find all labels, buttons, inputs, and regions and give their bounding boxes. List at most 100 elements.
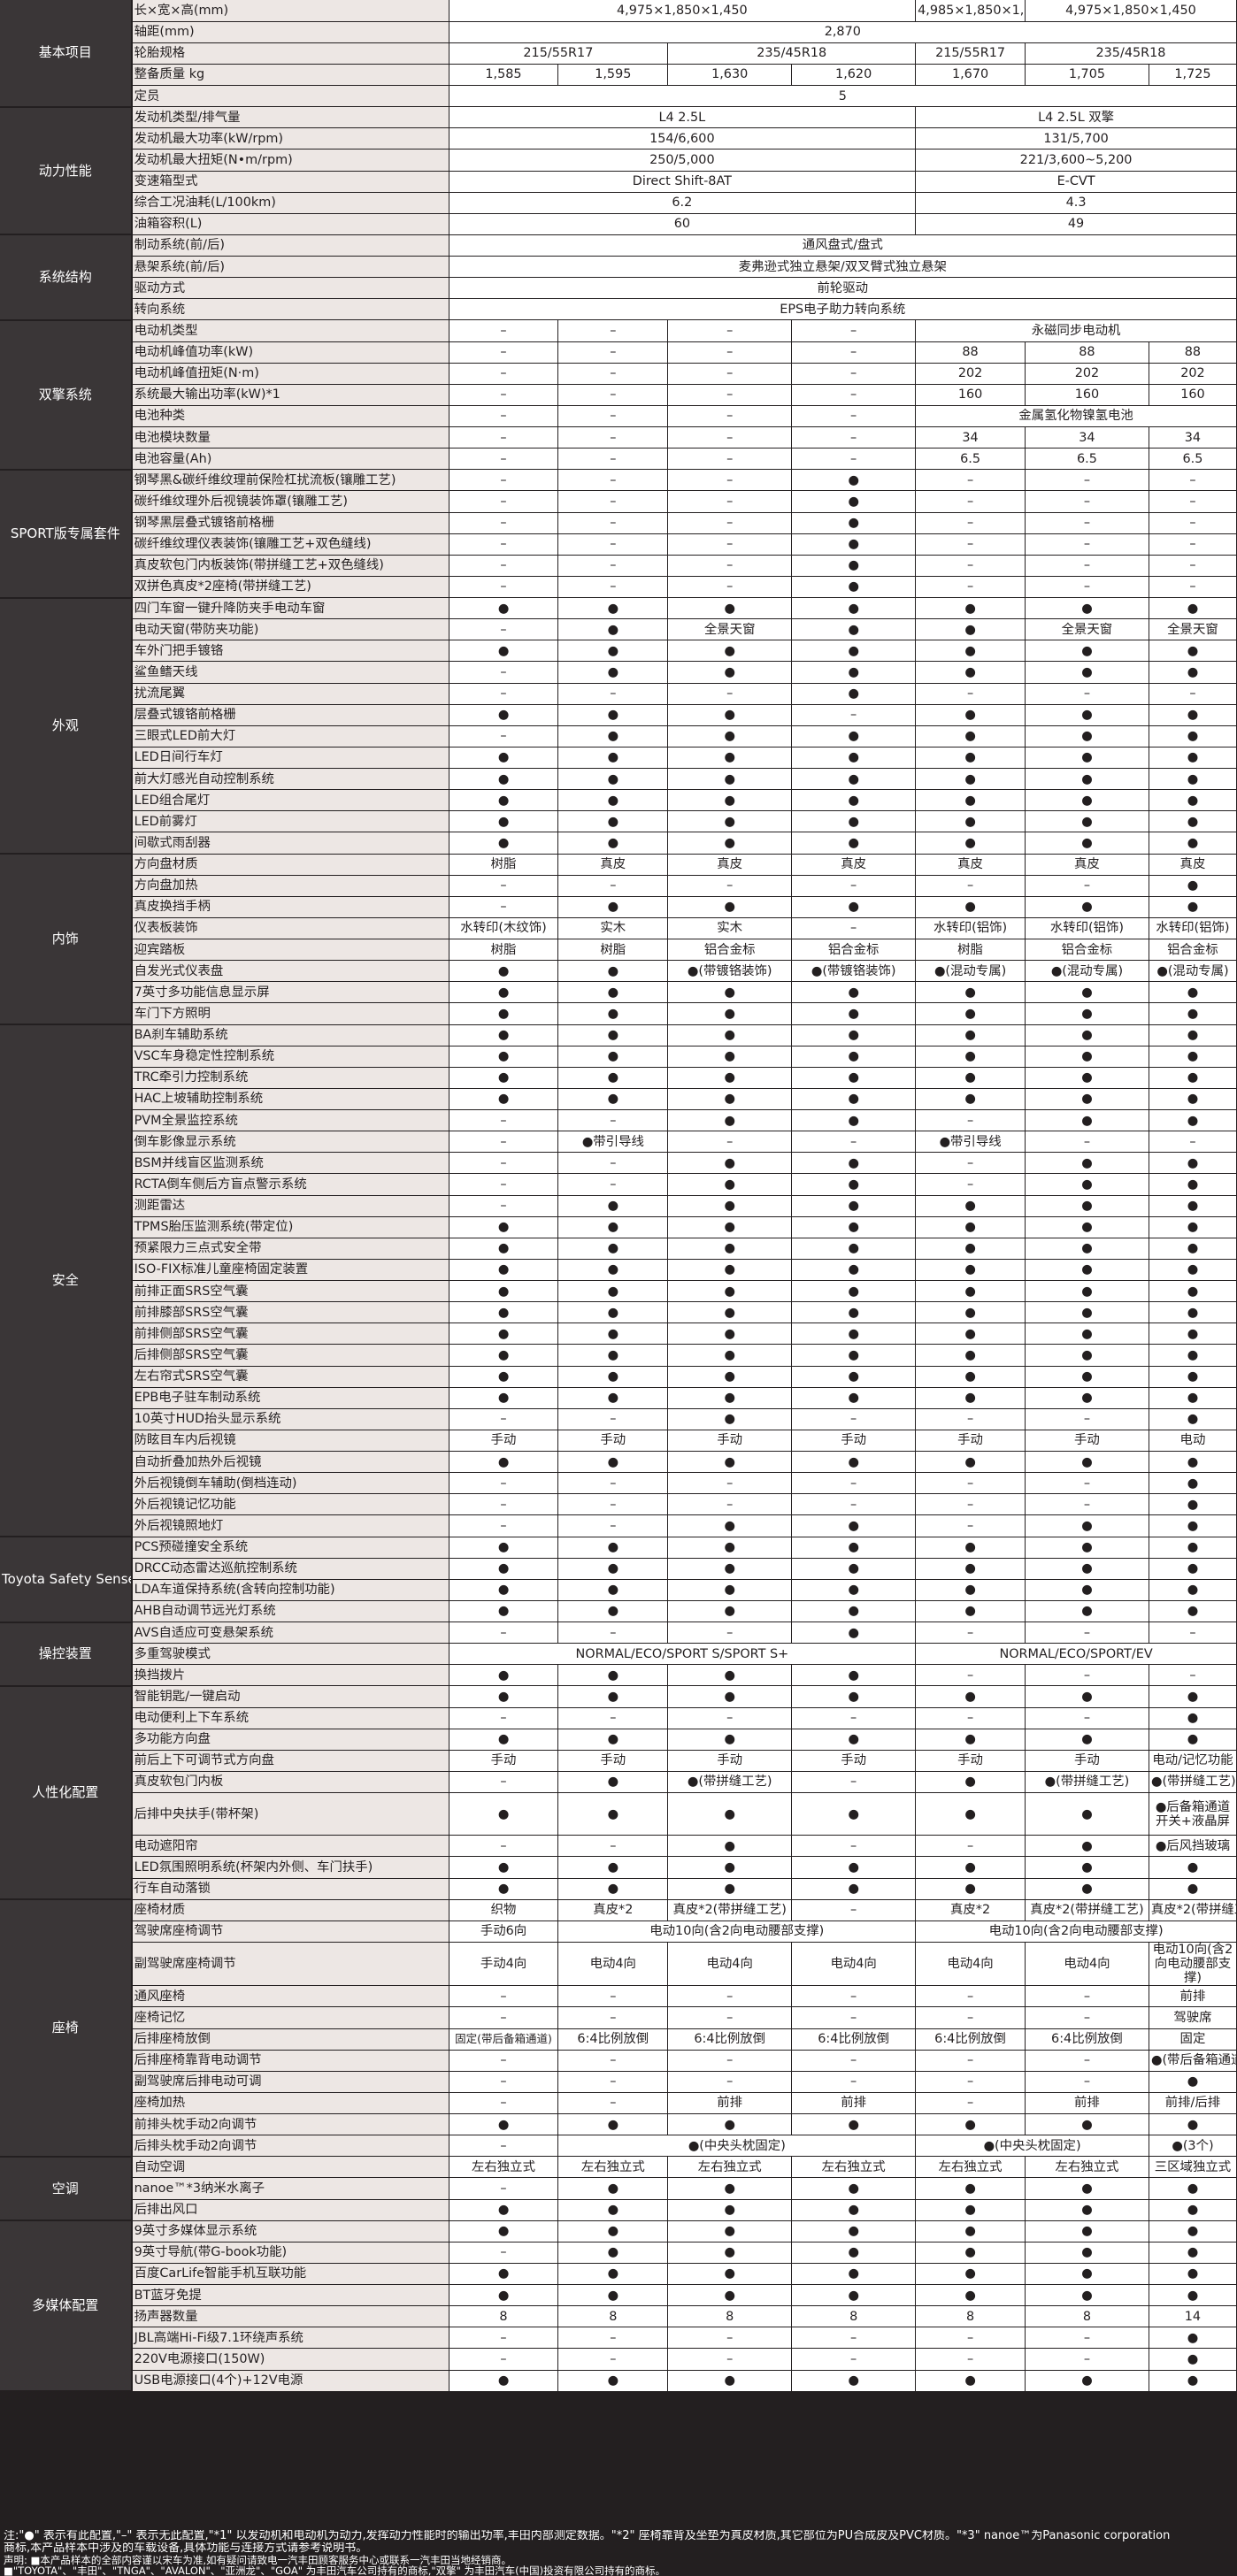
spec-value: – xyxy=(449,1985,559,2008)
spec-value: – xyxy=(449,490,559,513)
spec-row: 内饰 方向盘材质 树脂 真皮 真皮 真皮 真皮 真皮 真皮 xyxy=(0,854,1237,1025)
spec-value: – xyxy=(557,555,669,577)
spec-value: ● xyxy=(1149,1173,1237,1196)
spec-value: ● xyxy=(1149,704,1237,726)
spec-value: ● xyxy=(557,1238,669,1260)
spec-item-label: 电动机峰值扭矩(N·m) xyxy=(131,363,449,385)
spec-value: – xyxy=(791,1131,917,1154)
spec-value: – xyxy=(791,1472,917,1495)
spec-value: ● xyxy=(1149,981,1237,1004)
spec-item-label: 电池种类 xyxy=(131,405,449,428)
spec-item-label: 油箱容积(L) xyxy=(131,213,449,235)
spec-value: ● xyxy=(791,618,917,641)
spec-value: 8 xyxy=(791,2305,917,2328)
spec-value: – xyxy=(1025,1493,1149,1516)
spec-value: ● xyxy=(1025,2370,1149,2392)
spec-value: ● xyxy=(667,1537,793,1559)
spec-value: – xyxy=(557,2050,669,2072)
spec-value: 14 xyxy=(1149,2305,1237,2328)
spec-value: ● xyxy=(1025,1238,1149,1260)
spec-value: 34 xyxy=(915,426,1026,449)
spec-value: – xyxy=(557,1152,669,1175)
spec-value: 6:4比例放倒 xyxy=(1025,2028,1149,2051)
spec-value: ● xyxy=(667,896,793,918)
spec-value: 电动10向(含2向电动腰部支撑) xyxy=(1149,1942,1237,1987)
spec-value: – xyxy=(1025,1985,1149,2008)
spec-value: ● xyxy=(449,1792,559,1836)
spec-value: ● xyxy=(667,768,793,791)
spec-row: 鲨鱼鳍天线 – ● ● ● ● ● ● xyxy=(0,661,1237,684)
spec-item-label: AHB自动调节远光灯系统 xyxy=(131,1600,449,1623)
spec-value: ● xyxy=(667,832,793,855)
spec-table-body: 基本项目 长×宽×高(mm) 4,975×1,850×1,450 4,985×1,85… xyxy=(0,0,1237,2393)
spec-value: 前轮驱动 xyxy=(449,277,1237,300)
spec-row: 前后上下可调节式方向盘 手动 手动 手动 手动 手动 手动 电动/记忆功能 xyxy=(0,1750,1237,1772)
spec-value: ● xyxy=(1149,1878,1237,1900)
section-header: 人性化配置 xyxy=(0,1685,133,1901)
spec-item-label: 方向盘材质 xyxy=(131,854,449,876)
spec-value: – xyxy=(791,1835,917,1858)
spec-row: 车外门把手镀铬 ● ● ● ● ● ● ● xyxy=(0,640,1237,663)
spec-value: 手动 xyxy=(449,1430,559,1453)
spec-value: ● xyxy=(915,1729,1026,1751)
spec-value: – xyxy=(449,341,559,364)
spec-value: – xyxy=(915,1109,1026,1132)
spec-value: ● xyxy=(791,768,917,791)
spec-value: ● xyxy=(449,2113,559,2136)
spec-value: 实木 xyxy=(667,917,793,940)
spec-item-label: nanoe™*3纳米水离子 xyxy=(131,2177,449,2200)
spec-value: ● xyxy=(1149,1344,1237,1367)
spec-value: ● xyxy=(915,981,1026,1004)
spec-row: 座椅加热 – – 前排 前排 – 前排 前排/后排 xyxy=(0,2092,1237,2115)
spec-row: 层叠式镀铬前格栅 ● ● ● – ● ● ● xyxy=(0,704,1237,726)
spec-value: – xyxy=(791,405,917,428)
spec-value: – xyxy=(667,1985,793,2008)
spec-row: 后排中央扶手(带杯架) ● ● ● ● ● ● ●后备箱通道开关+液晶屏 xyxy=(0,1792,1237,1836)
spec-value: ● xyxy=(1025,1685,1149,1708)
spec-value: ● xyxy=(791,533,917,556)
spec-value: ● xyxy=(791,832,917,855)
spec-value: – xyxy=(1025,1472,1149,1495)
spec-value: – xyxy=(667,533,793,556)
spec-value: ● xyxy=(449,1366,559,1388)
spec-value: 160 xyxy=(1025,384,1149,406)
spec-value: ● xyxy=(449,1664,559,1687)
spec-value: – xyxy=(667,448,793,471)
spec-row: 左右帘式SRS空气囊 ● ● ● ● ● ● ● xyxy=(0,1366,1237,1388)
spec-value: ● xyxy=(915,2370,1026,2392)
spec-value: 树脂 xyxy=(449,854,559,876)
spec-value: – xyxy=(449,2092,559,2115)
spec-value: ● xyxy=(791,490,917,513)
spec-value: – xyxy=(557,1514,669,1537)
spec-item-label: 9英寸导航(带G-book功能) xyxy=(131,2242,449,2264)
spec-value: ● xyxy=(557,1537,669,1559)
spec-value: ● xyxy=(557,1664,669,1687)
section-header: Toyota Safety Sense智行安全(丰田规避碰撞辅助套装) xyxy=(0,1537,133,1623)
spec-value: 真皮 xyxy=(667,854,793,876)
spec-value: ● xyxy=(667,1280,793,1303)
spec-value: 131/5,700 xyxy=(915,127,1237,150)
spec-value: ● xyxy=(667,1366,793,1388)
spec-row: 扰流尾翼 – – – ● – – – xyxy=(0,683,1237,705)
spec-value: ●(混动专属) xyxy=(915,960,1026,983)
spec-value: ● xyxy=(1025,1366,1149,1388)
spec-value: 全景天窗 xyxy=(1149,618,1237,641)
spec-value: ● xyxy=(791,555,917,577)
spec-value: ● xyxy=(791,789,917,812)
spec-value: 1,670 xyxy=(915,64,1026,87)
spec-value: – xyxy=(915,555,1026,577)
spec-value: – xyxy=(667,576,793,599)
spec-value: ● xyxy=(791,2177,917,2200)
spec-row: 基本项目 长×宽×高(mm) 4,975×1,850×1,450 4,985×1,85… xyxy=(0,0,1237,108)
spec-value: – xyxy=(791,2071,917,2093)
spec-value: ● xyxy=(557,1024,669,1046)
spec-value: ● xyxy=(667,2263,793,2286)
spec-item-label: LED组合尾灯 xyxy=(131,789,449,812)
spec-value: 三区域独立式 xyxy=(1149,2156,1237,2179)
spec-value: 电动4向 xyxy=(791,1942,917,1987)
spec-value: – xyxy=(1025,2348,1149,2371)
spec-value: – xyxy=(449,2348,559,2371)
spec-item-label: 长×宽×高(mm) xyxy=(131,0,449,22)
spec-row: 悬架系统(前/后) 麦弗逊式独立悬架/双叉臂式独立悬架 xyxy=(0,256,1237,279)
spec-value: ● xyxy=(557,1301,669,1324)
